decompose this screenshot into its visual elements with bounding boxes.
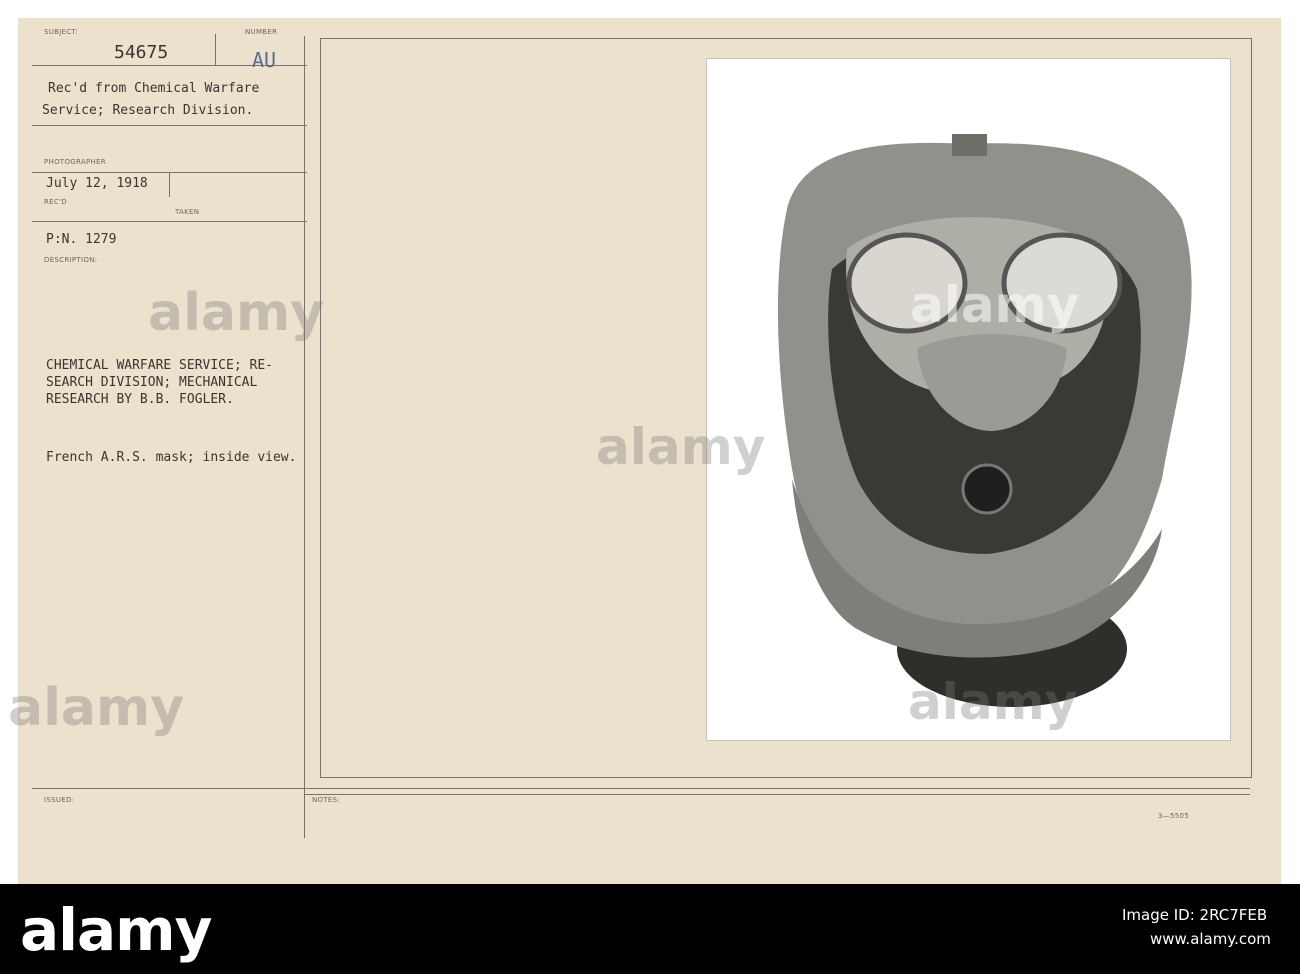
rule [32,125,307,126]
rule [32,221,307,222]
description-label: DESCRIPTION: [44,256,98,264]
mounted-photograph [706,58,1231,741]
number-code-stamp: AU [252,48,277,72]
recd-label: REC'D [44,198,67,206]
index-card: SUBJECT: NUMBER PHOTOGRAPHER REC'D TAKEN… [8,18,1281,884]
notes-rule [304,794,1250,795]
alamy-logo: alamy [20,896,212,964]
watermark-bottom-left: alamy [8,678,185,738]
photographer-label: PHOTOGRAPHER [44,158,106,166]
alamy-url[interactable]: www.alamy.com [1150,930,1271,948]
subject-label: SUBJECT: [44,28,79,36]
watermark-left: alamy [148,283,325,343]
caption: French A.R.S. mask; inside view. [46,450,297,465]
watermark-right: alamy [910,276,1080,334]
number-label: NUMBER [245,28,278,36]
issued-label: ISSUED: [44,796,75,804]
description-line-3: RESEARCH BY B.B. FOGLER. [46,392,234,407]
form-code: 3—5505 [1158,812,1190,820]
received-from-line-2: Service; Research Division. [42,103,254,118]
gas-mask-image [777,134,1192,707]
date-received: July 12, 1918 [46,176,148,191]
watermark-center: alamy [596,418,766,476]
notes-label: NOTES: [312,796,341,804]
rule [215,34,216,65]
subject-number: 54675 [114,42,169,63]
column-divider [304,36,305,838]
rule [169,172,170,197]
footer-bar: alamy Image ID: 2RC7FEB www.alamy.com [0,884,1300,974]
image-id: Image ID: 2RC7FEB [1122,906,1268,924]
pn-number: P:N. 1279 [46,232,117,247]
received-from-line-1: Rec'd from Chemical Warfare [48,81,260,96]
taken-label: TAKEN [175,208,200,216]
watermark-bottom-right: alamy [908,673,1078,731]
description-line-2: SEARCH DIVISION; MECHANICAL [46,375,258,390]
issued-rule [32,788,1250,789]
description-line-1: CHEMICAL WARFARE SERVICE; RE- [46,358,273,373]
